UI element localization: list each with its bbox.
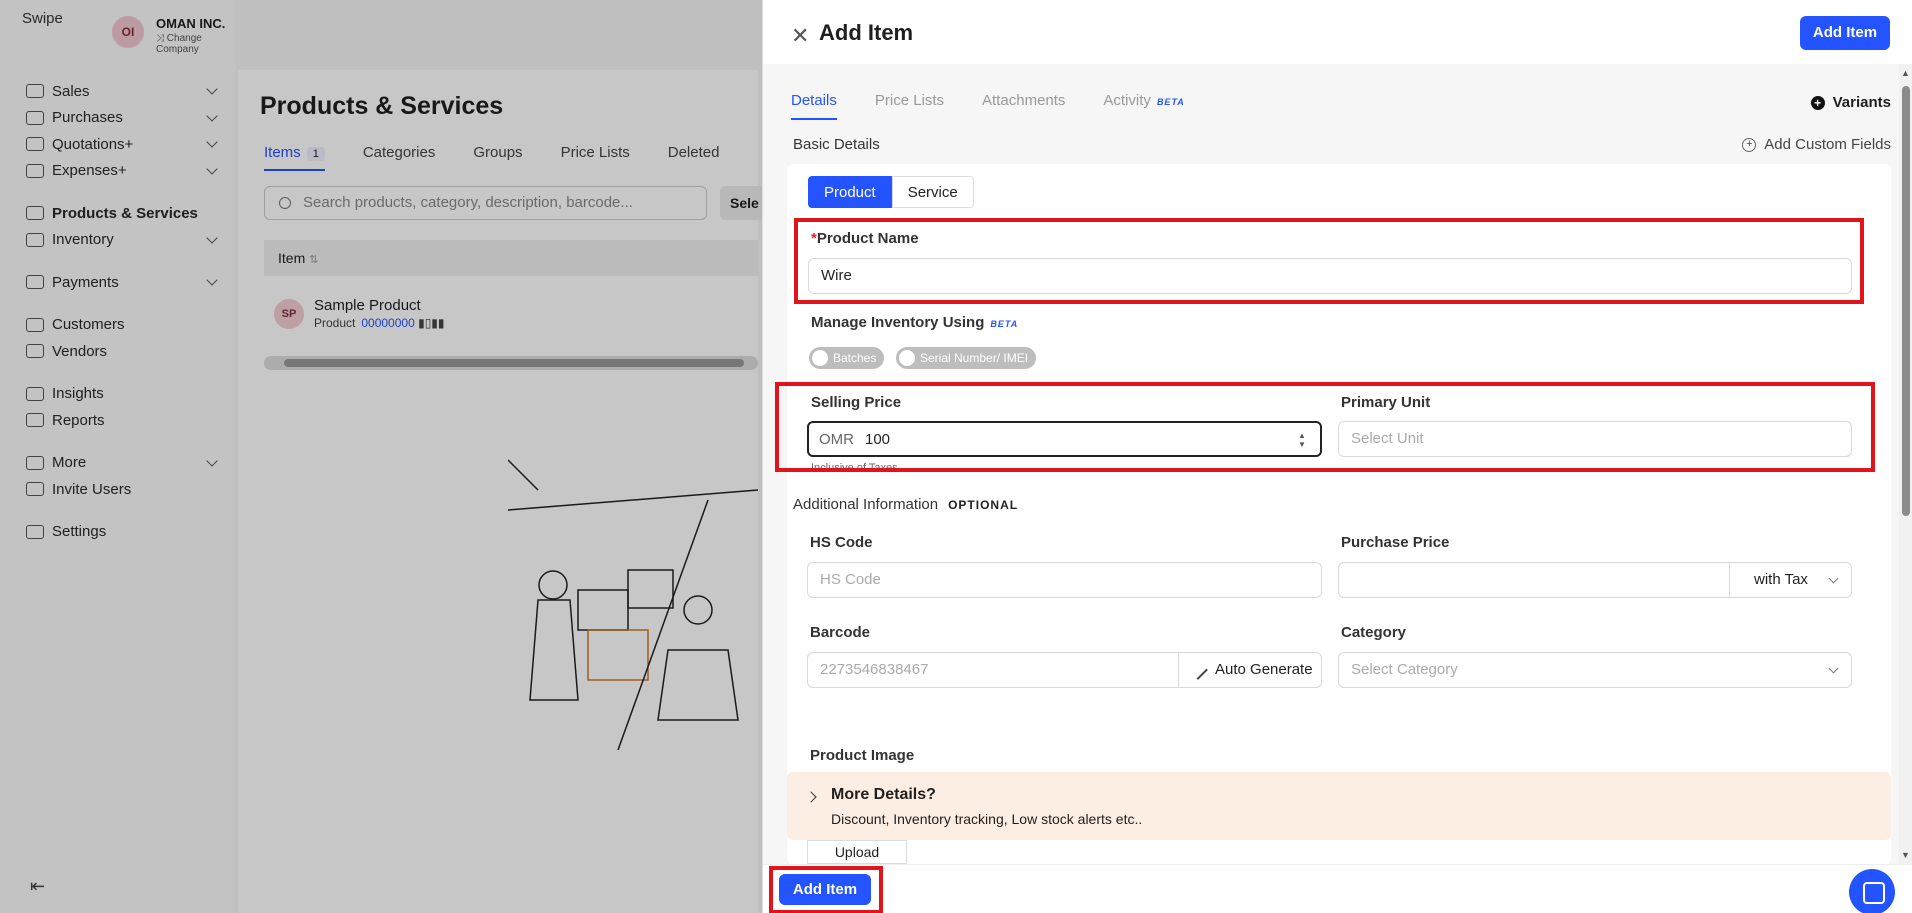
plus-circle-icon: + [1810, 95, 1825, 110]
chevron-down-icon [1828, 573, 1839, 584]
category-placeholder: Select Category [1351, 661, 1458, 678]
barcode-label: Barcode [810, 624, 871, 641]
add-item-drawer: ✕ Add Item Add Item Details Price Lists … [762, 0, 1912, 913]
highlight-box-product-name [794, 218, 1864, 304]
chevron-down-icon [1828, 663, 1839, 674]
type-service-option[interactable]: Service [891, 176, 974, 208]
tax-option-value: with Tax [1754, 571, 1808, 588]
magic-wand-icon [1188, 660, 1208, 680]
serial-number-toggle[interactable]: Serial Number/ IMEI [896, 347, 1037, 369]
scroll-up-icon[interactable]: ▲ [1901, 68, 1910, 78]
variants-label: Variants [1832, 94, 1891, 111]
hs-code-label: HS Code [810, 534, 873, 551]
beta-badge: BETA [990, 319, 1019, 329]
drawer-header: ✕ Add Item Add Item [763, 0, 1912, 64]
scrollbar-thumb[interactable] [1902, 86, 1910, 516]
product-image-label: Product Image [810, 747, 915, 764]
additional-info-label: Additional Information OPTIONAL [793, 496, 1018, 513]
chat-support-icon[interactable] [1849, 869, 1895, 913]
tax-option-select[interactable]: with Tax [1729, 562, 1852, 598]
auto-generate-label: Auto Generate [1215, 661, 1313, 678]
category-label: Category [1341, 624, 1407, 641]
vertical-scrollbar[interactable]: ▲ ▼ [1899, 64, 1912, 864]
tab-attachments[interactable]: Attachments [982, 92, 1065, 120]
more-details-title: More Details? [831, 786, 936, 803]
modal-overlay[interactable] [0, 0, 762, 913]
beta-badge: BETA [1156, 97, 1185, 107]
purchase-price-input[interactable] [1338, 562, 1730, 598]
drawer-tabs: Details Price Lists Attachments Activity… [791, 92, 1185, 120]
category-select[interactable]: Select Category [1338, 652, 1852, 688]
close-icon[interactable]: ✕ [791, 23, 809, 49]
add-item-button-header[interactable]: Add Item [1800, 16, 1890, 50]
batches-toggle[interactable]: Batches [809, 347, 885, 369]
hs-code-input[interactable]: HS Code [807, 562, 1322, 598]
add-custom-fields-label: Add Custom Fields [1764, 136, 1891, 153]
purchase-price-label: Purchase Price [1341, 534, 1450, 551]
drawer-body: Details Price Lists Attachments Activity… [763, 64, 1899, 864]
tab-price-lists[interactable]: Price Lists [875, 92, 944, 120]
additional-info-label-text: Additional Information [793, 496, 939, 513]
barcode-input[interactable]: 2273546838467 [807, 652, 1179, 688]
drawer-footer: Add Item [763, 864, 1912, 913]
manage-inventory-label-text: Manage Inventory Using [811, 314, 985, 331]
auto-generate-button[interactable]: Auto Generate [1178, 652, 1322, 688]
scroll-down-icon[interactable]: ▼ [1901, 850, 1910, 860]
plus-circle-outline-icon: + [1742, 137, 1757, 152]
highlight-box-selling-price [775, 382, 1875, 472]
tab-activity[interactable]: Activity BETA [1103, 92, 1184, 120]
tab-activity-label: Activity [1103, 92, 1151, 109]
basic-details-label: Basic Details [793, 136, 880, 153]
tab-details[interactable]: Details [791, 92, 837, 120]
variants-button[interactable]: + Variants [1810, 94, 1891, 111]
drawer-title: Add Item [819, 20, 914, 45]
type-product-option[interactable]: Product [808, 176, 892, 208]
manage-inventory-label: Manage Inventory Using BETA [811, 314, 1018, 331]
more-details-panel[interactable]: More Details? Discount, Inventory tracki… [787, 772, 1891, 840]
add-custom-fields-button[interactable]: + Add Custom Fields [1742, 136, 1891, 153]
optional-tag: OPTIONAL [948, 498, 1019, 512]
chevron-right-icon [805, 791, 817, 803]
more-details-subtitle: Discount, Inventory tracking, Low stock … [831, 811, 1143, 827]
item-type-toggle: Product Service [808, 176, 974, 208]
upload-button[interactable]: Upload [807, 840, 907, 864]
highlight-box-add-item [769, 866, 883, 913]
